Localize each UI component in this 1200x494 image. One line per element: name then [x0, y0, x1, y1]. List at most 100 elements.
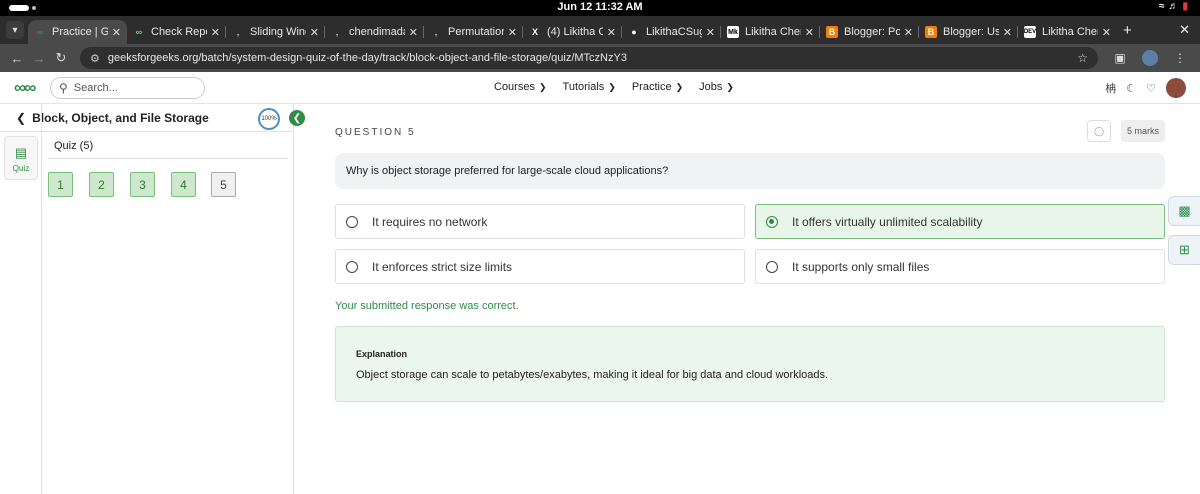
chevron-down-icon: ❯: [726, 82, 734, 92]
tab-3[interactable]: ‚ chendimada ✕: [325, 20, 424, 44]
sidebar-header[interactable]: ❮ Block, Object, and File Storage: [0, 104, 294, 132]
sidebar-rail: ▤ Quiz: [0, 104, 42, 494]
radio-button[interactable]: [766, 260, 778, 273]
close-icon[interactable]: ✕: [904, 26, 913, 39]
gfg-logo-icon[interactable]: ∞∞: [14, 78, 36, 98]
close-icon[interactable]: ✕: [706, 26, 715, 39]
tab-title: chendimada: [349, 26, 405, 38]
tab-6[interactable]: ● LikithaCSug ✕: [622, 20, 721, 44]
radio-button[interactable]: [346, 260, 358, 273]
option-2[interactable]: It offers virtually unlimited scalabilit…: [755, 204, 1165, 239]
question-nav-1[interactable]: 1: [48, 172, 73, 197]
tab-title: Permutation: [448, 26, 504, 38]
os-clock[interactable]: Jun 12 11:32 AM: [0, 1, 1200, 13]
extensions-icon[interactable]: ▣: [1106, 51, 1134, 65]
question-text: Why is object storage preferred for larg…: [335, 153, 1165, 189]
tab-2[interactable]: ‚ Sliding Wind ✕: [226, 20, 325, 44]
search-placeholder: Search...: [73, 82, 118, 94]
close-icon[interactable]: ✕: [211, 26, 220, 39]
question-nav-2[interactable]: 2: [89, 172, 114, 197]
system-tray[interactable]: ≈♬▮: [1159, 1, 1192, 12]
medium-icon: Mk: [727, 26, 739, 38]
explanation-box: Explanation Object storage can scale to …: [335, 326, 1165, 402]
option-label: It enforces strict size limits: [372, 259, 513, 274]
tab-5[interactable]: X (4) Likitha C ✕: [523, 20, 622, 44]
profile-avatar[interactable]: [1142, 50, 1158, 66]
back-icon[interactable]: ←: [6, 51, 28, 66]
search-input[interactable]: ⚲ Search...: [50, 77, 205, 99]
avatar[interactable]: [1166, 78, 1186, 98]
close-icon[interactable]: ✕: [1003, 26, 1012, 39]
close-icon[interactable]: ✕: [310, 26, 319, 39]
battery-icon: ▮: [1182, 1, 1192, 12]
close-window-icon[interactable]: ✕: [1179, 22, 1190, 38]
dev-icon: DEV: [1024, 26, 1036, 38]
url-field[interactable]: ⚙ geeksforgeeks.org/batch/system-design-…: [80, 47, 1098, 69]
os-status-bar: Jun 12 11:32 AM ≈♬▮: [0, 0, 1200, 16]
progress-ring: 100%: [258, 108, 280, 130]
close-icon[interactable]: ✕: [112, 26, 121, 39]
close-icon[interactable]: ✕: [508, 26, 517, 39]
collapse-sidebar-button[interactable]: ❮: [289, 110, 305, 126]
tab-7[interactable]: Mk Likitha Chen ✕: [721, 20, 820, 44]
tab-10[interactable]: DEV Likitha Chen ✕: [1018, 20, 1117, 44]
question-nav-5[interactable]: 5: [211, 172, 236, 197]
volume-icon: ♬: [1168, 1, 1183, 12]
menu-label: Practice: [631, 81, 672, 93]
quiz-title: Quiz (5): [54, 140, 94, 152]
x-icon: X: [531, 27, 538, 37]
forward-icon[interactable]: →: [28, 51, 50, 66]
reload-icon[interactable]: ↻: [50, 50, 72, 66]
menu-courses[interactable]: Courses ❯: [494, 81, 547, 93]
menu-tutorials[interactable]: Tutorials ❯: [563, 81, 616, 93]
chevron-down-icon: ❯: [538, 82, 547, 92]
tab-8[interactable]: B Blogger: Pos ✕: [820, 20, 919, 44]
notification-bell-icon[interactable]: ♡: [1146, 82, 1156, 95]
tab-9[interactable]: B Blogger: Use ✕: [919, 20, 1018, 44]
url-text: geeksforgeeks.org/batch/system-design-qu…: [107, 52, 627, 64]
dark-mode-icon[interactable]: ☾: [1126, 82, 1136, 95]
tab-0[interactable]: ∞ Practice | Ge ✕: [28, 20, 127, 44]
question-nav-3[interactable]: 3: [130, 172, 155, 197]
site-info-icon[interactable]: ⚙: [90, 52, 100, 65]
option-label: It offers virtually unlimited scalabilit…: [792, 214, 983, 229]
option-4[interactable]: It supports only small files: [755, 249, 1165, 284]
tab-title: Likitha Chen: [745, 26, 801, 38]
address-bar-row: ← → ↻ ⚙ geeksforgeeks.org/batch/system-d…: [0, 44, 1200, 72]
rail-item-quiz[interactable]: ▤ Quiz: [4, 136, 38, 180]
divider: [48, 158, 288, 159]
feedback-message: Your submitted response was correct.: [335, 300, 519, 312]
option-3[interactable]: It enforces strict size limits: [335, 249, 745, 284]
close-icon[interactable]: ✕: [607, 26, 616, 39]
hook-icon: ‚: [236, 27, 240, 37]
tab-1[interactable]: ∞ Check Repe ✕: [127, 20, 226, 44]
tab-title: Blogger: Pos: [844, 26, 900, 38]
chevron-down-icon: ❯: [675, 82, 684, 92]
option-label: It requires no network: [372, 214, 488, 229]
blogger-icon: B: [925, 26, 937, 38]
translate-icon[interactable]: 柟: [1105, 80, 1116, 96]
question-nav-4[interactable]: 4: [171, 172, 196, 197]
close-icon[interactable]: ✕: [1102, 26, 1111, 39]
tab-strip: ▾ ∞ Practice | Ge ✕ ∞ Check Repe ✕ ‚ Sliding …: [0, 16, 1200, 44]
tab-title: Practice | Ge: [52, 26, 108, 38]
option-1[interactable]: It requires no network: [335, 204, 745, 239]
close-icon[interactable]: ✕: [409, 26, 418, 39]
tab-4[interactable]: ‚ Permutation ✕: [424, 20, 523, 44]
radio-button[interactable]: [766, 215, 778, 228]
add-note-icon[interactable]: ⊞: [1168, 235, 1200, 265]
menu-jobs[interactable]: Jobs ❯: [699, 81, 734, 93]
radio-button[interactable]: [346, 215, 358, 228]
hook-icon: ‚: [335, 27, 339, 37]
bookmark-star-icon[interactable]: ☆: [1077, 51, 1088, 65]
new-tab-button[interactable]: +: [1123, 22, 1132, 39]
browser-menu-icon[interactable]: ⋮: [1166, 51, 1194, 65]
tab-search-button[interactable]: ▾: [6, 21, 24, 39]
gfg-icon: ∞: [135, 27, 143, 37]
close-icon[interactable]: ✕: [805, 26, 814, 39]
github-icon: ●: [631, 27, 637, 37]
chat-icon[interactable]: ▩: [1168, 196, 1200, 226]
search-icon: ⚲: [59, 81, 68, 95]
menu-practice[interactable]: Practice ❯: [632, 81, 683, 93]
comment-icon[interactable]: ◯: [1087, 120, 1111, 142]
